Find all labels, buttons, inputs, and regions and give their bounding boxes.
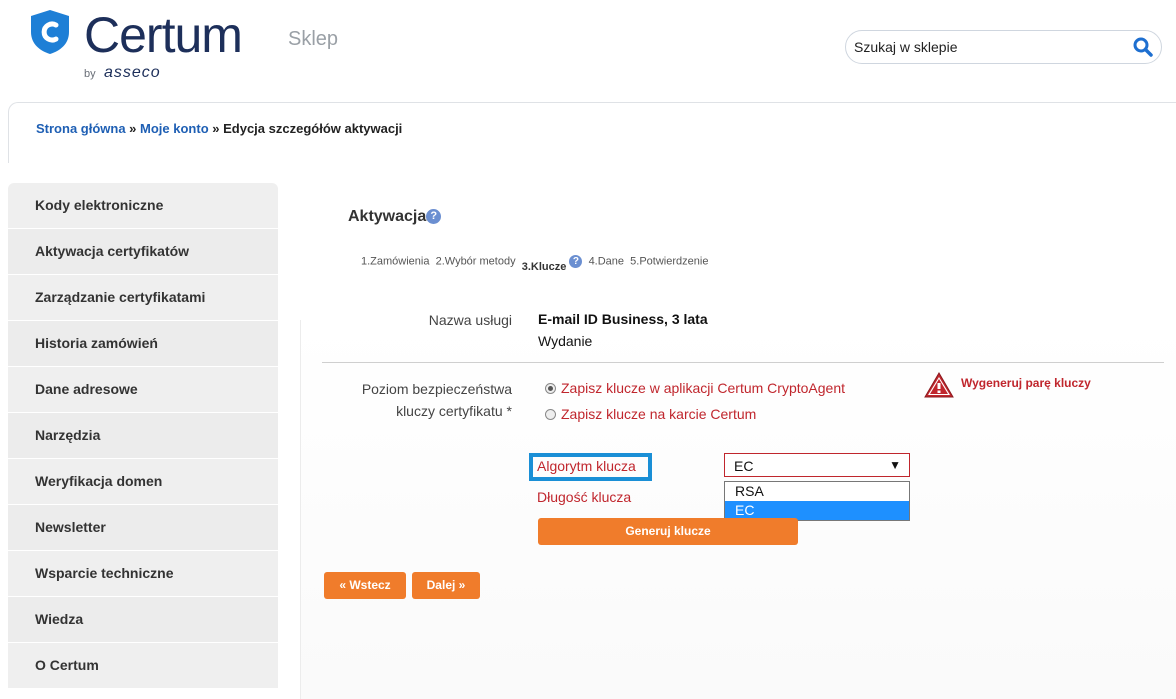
breadcrumb-separator: » (125, 121, 141, 136)
certum-shield-icon (31, 10, 69, 54)
step-3-active: 3.Klucze (521, 261, 567, 274)
step-1: 1.Zamówienia (361, 255, 430, 268)
sidebar-item-o-certum[interactable]: O Certum (8, 643, 278, 689)
warning-message: Wygeneruj parę kluczy (961, 376, 1091, 390)
breadcrumb-home-link[interactable]: Strona główna (36, 121, 126, 136)
service-name-sub: Wydanie (538, 333, 593, 349)
key-algorithm-dropdown: RSA EC (724, 481, 910, 521)
option-card-label[interactable]: Zapisz klucze na karcie Certum (561, 406, 756, 422)
search-icon[interactable] (1133, 37, 1153, 57)
service-name-label: Nazwa usługi (428, 312, 512, 328)
step-help-icon[interactable]: ? (569, 255, 583, 268)
key-length-label: Długość klucza (537, 489, 632, 505)
option-cryptoagent[interactable]: Zapisz klucze w aplikacji Certum CryptoA… (545, 380, 845, 398)
step-2: 2.Wybór metody (435, 255, 516, 268)
sidebar-item-zarzadzanie-certyfikatami[interactable]: Zarządzanie certyfikatami (8, 275, 278, 321)
logo-sklep: Sklep (288, 28, 339, 50)
logo-certum[interactable]: Certum (84, 6, 243, 64)
help-icon[interactable]: ? (426, 209, 442, 225)
search-input[interactable]: Szukaj w sklepie (845, 30, 1162, 64)
page-title-text: Aktywacja (348, 208, 427, 225)
next-button[interactable]: Dalej » (412, 572, 480, 599)
search-placeholder: Szukaj w sklepie (854, 39, 958, 55)
back-button[interactable]: « Wstecz (324, 572, 406, 599)
service-name-value: E-mail ID Business, 3 lata (538, 311, 708, 327)
option-cryptoagent-label[interactable]: Zapisz klucze w aplikacji Certum CryptoA… (561, 380, 845, 396)
sidebar-menu: Kody elektroniczne Aktywacja certyfikató… (8, 183, 278, 689)
section-divider (322, 362, 1164, 363)
breadcrumb-current: Edycja szczegółów aktywacji (223, 121, 403, 136)
breadcrumb-separator: » (208, 121, 224, 136)
security-level-label-line2: kluczy certyfikatu * (396, 403, 512, 419)
key-algorithm-label: Algorytm klucza (537, 458, 636, 474)
dropdown-option-rsa[interactable]: RSA (725, 482, 909, 501)
page-title: Aktywacja? (348, 208, 442, 226)
logo-by: by (84, 68, 96, 80)
security-level-label: Poziom bezpieczeństwa kluczy certyfikatu… (320, 378, 512, 422)
key-algorithm-select[interactable]: EC ▼ (724, 453, 910, 477)
option-card[interactable]: Zapisz klucze na karcie Certum (545, 406, 756, 424)
breadcrumb: Strona główna » Moje konto » Edycja szcz… (36, 121, 402, 136)
sidebar-item-wsparcie-techniczne[interactable]: Wsparcie techniczne (8, 551, 278, 597)
radio-card[interactable] (545, 409, 556, 421)
step-5: 5.Potwierdzenie (630, 255, 709, 268)
sidebar-item-aktywacja-certyfikatow[interactable]: Aktywacja certyfikatów (8, 229, 278, 275)
sidebar-item-wiedza[interactable]: Wiedza (8, 597, 278, 643)
logo-asseco: asseco (104, 64, 161, 81)
wizard-steps: 1.Zamówienia 2.Wybór metody 3.Klucze ? 4… (361, 255, 709, 273)
sidebar-item-historia-zamowien[interactable]: Historia zamówień (8, 321, 278, 367)
warning-icon (924, 372, 954, 398)
step-4: 4.Dane (588, 255, 625, 268)
sidebar-item-kody-elektroniczne[interactable]: Kody elektroniczne (8, 183, 278, 229)
sidebar-item-newsletter[interactable]: Newsletter (8, 505, 278, 551)
dropdown-arrow-icon[interactable]: ▼ (889, 458, 901, 472)
sidebar-item-dane-adresowe[interactable]: Dane adresowe (8, 367, 278, 413)
sidebar-item-weryfikacja-domen[interactable]: Weryfikacja domen (8, 459, 278, 505)
generate-keys-button[interactable]: Generuj klucze (538, 518, 798, 545)
sidebar-item-narzedzia[interactable]: Narzędzia (8, 413, 278, 459)
security-level-label-line1: Poziom bezpieczeństwa (361, 381, 512, 397)
radio-cryptoagent[interactable] (545, 383, 556, 395)
breadcrumb-account-link[interactable]: Moje konto (140, 121, 209, 136)
key-algorithm-selected: EC (734, 458, 754, 474)
